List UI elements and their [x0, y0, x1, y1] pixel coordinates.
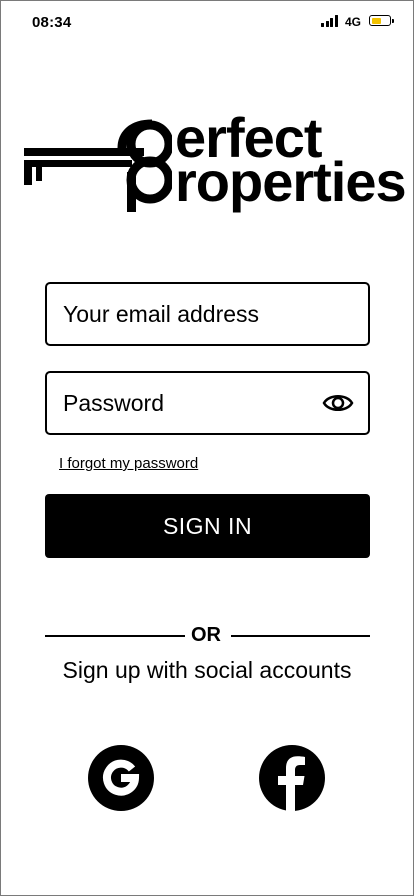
- password-field-container[interactable]: [45, 371, 370, 435]
- logo-text-line2: roperties: [175, 150, 407, 213]
- email-input[interactable]: [63, 284, 313, 344]
- signal-icon: [321, 15, 339, 27]
- google-icon: [103, 759, 140, 796]
- social-signup-heading: Sign up with social accounts: [62, 657, 352, 683]
- divider-left: [45, 635, 185, 637]
- email-field-container[interactable]: [45, 282, 370, 346]
- network-type: 4G: [345, 15, 362, 29]
- forgot-password-link[interactable]: I forgot my password: [59, 455, 198, 472]
- key-icon: [24, 119, 172, 212]
- facebook-signup-button[interactable]: [259, 745, 325, 811]
- facebook-icon: [278, 756, 305, 811]
- app-logo: erfect roperties: [22, 110, 407, 212]
- divider-right: [231, 635, 370, 637]
- eye-icon[interactable]: [322, 389, 354, 417]
- battery-icon: [369, 15, 394, 26]
- status-bar: 08:34 4G: [0, 0, 414, 44]
- sign-in-button[interactable]: SIGN IN: [45, 494, 370, 558]
- or-divider-text: OR: [191, 624, 221, 646]
- status-time: 08:34: [32, 14, 72, 31]
- google-signup-button[interactable]: [88, 745, 154, 811]
- password-input[interactable]: [63, 373, 313, 433]
